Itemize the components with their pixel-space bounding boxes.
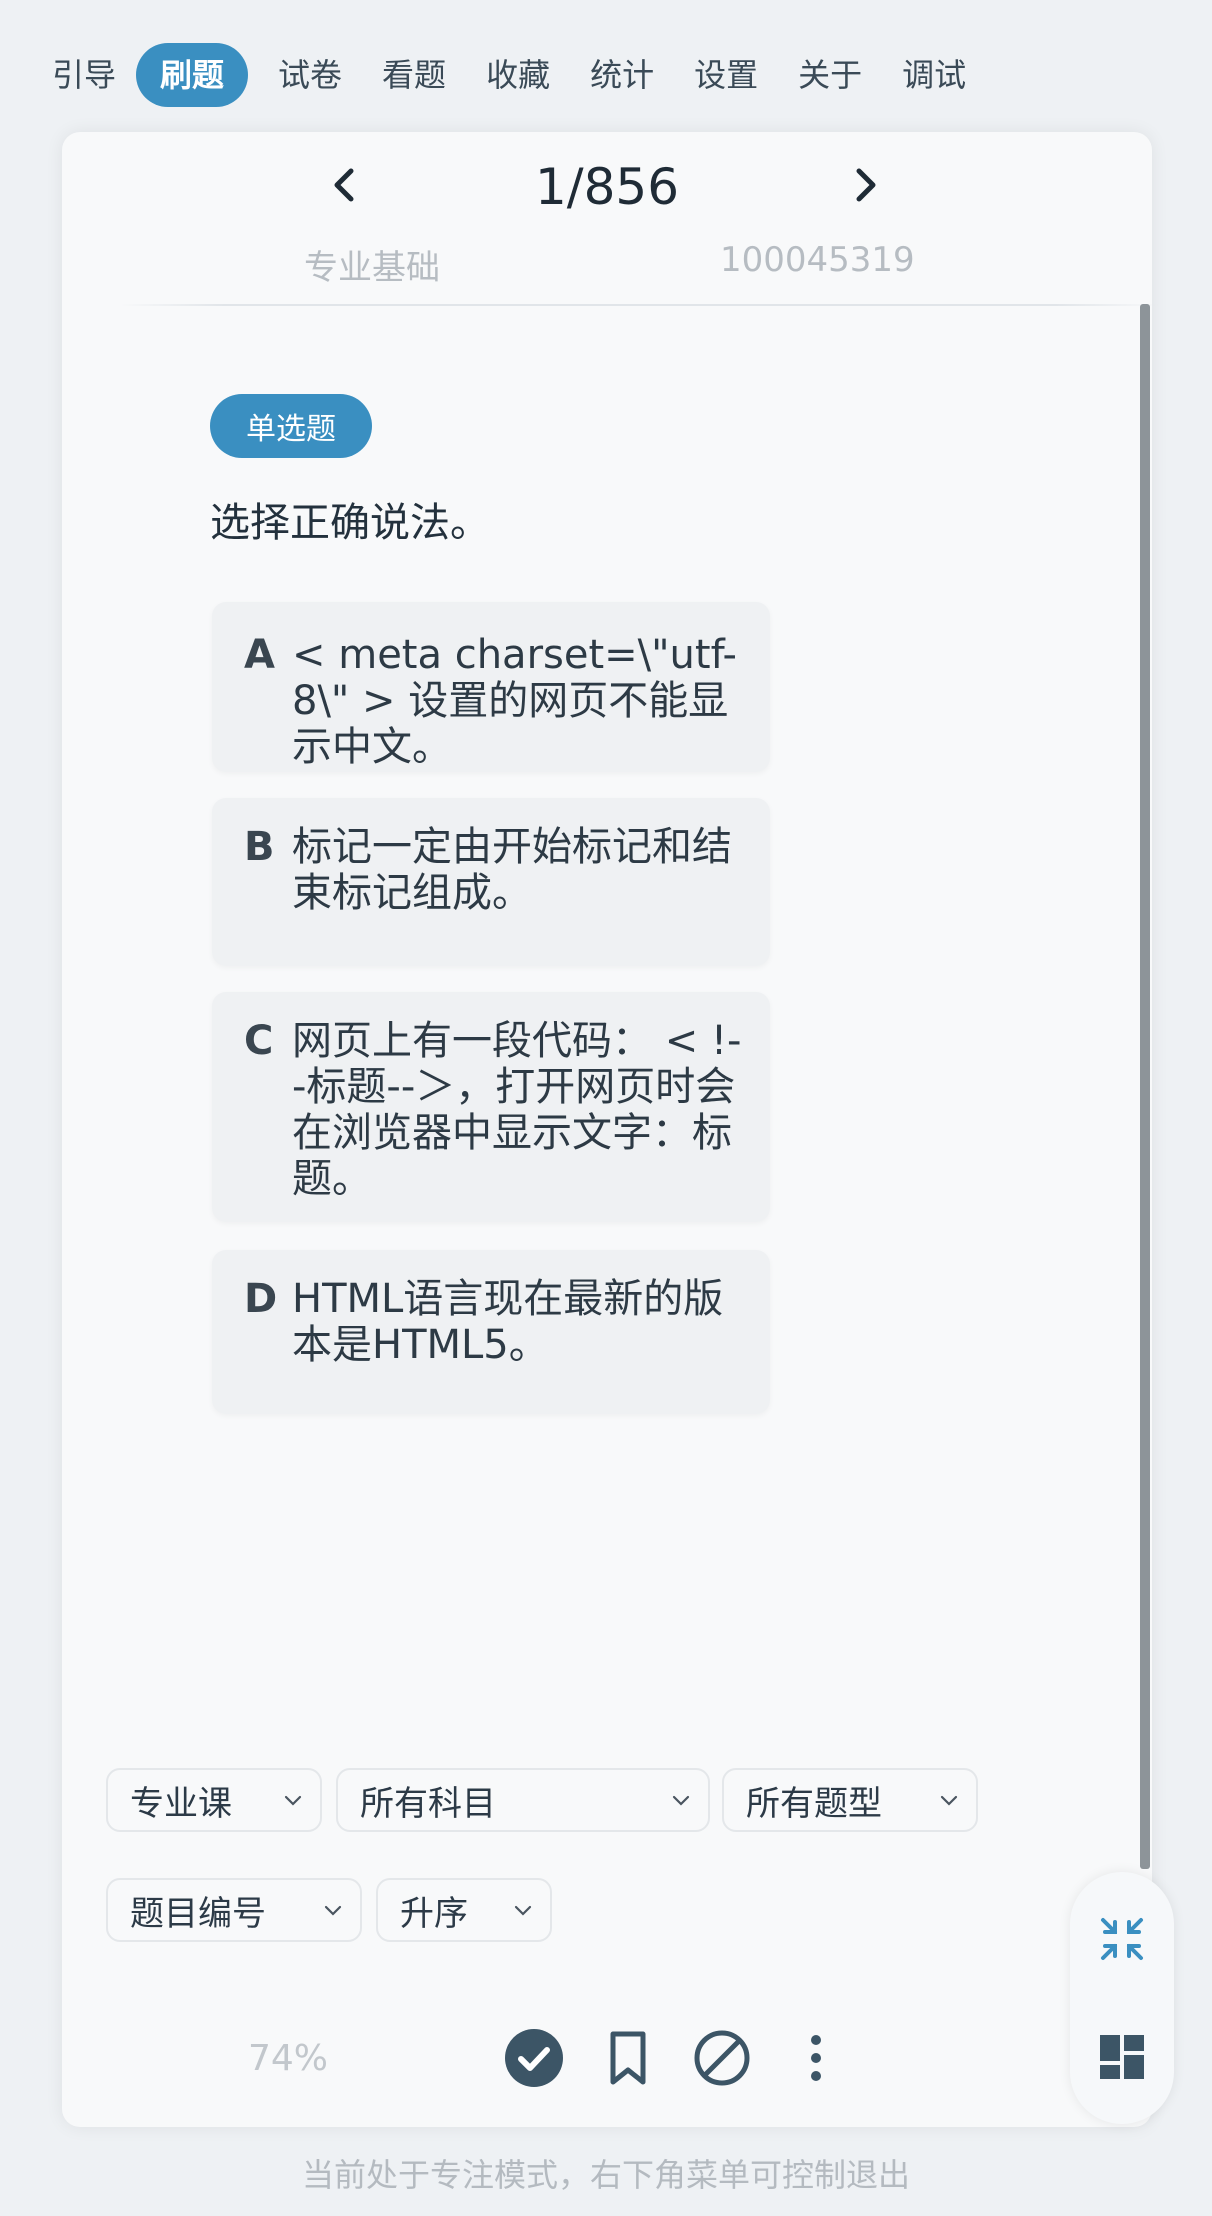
course-select[interactable]: 专业课 [106, 1768, 322, 1832]
chevron-down-icon [940, 1795, 958, 1806]
option-b[interactable]: B 标记一定由开始标记和结束标记组成。 [212, 798, 770, 966]
dashboard-button[interactable] [1097, 2032, 1147, 2082]
question-type-badge: 单选题 [210, 394, 372, 458]
option-a[interactable]: A < meta charset=\"utf-8\" > 设置的网页不能显示中文… [212, 602, 770, 772]
option-letter: C [244, 1018, 274, 1064]
chevron-down-icon [514, 1905, 532, 1916]
nav-tab-exam[interactable]: 试卷 [278, 59, 342, 91]
question-text: 选择正确说法。 [210, 500, 490, 546]
option-text: HTML语言现在最新的版本是HTML5。 [292, 1276, 724, 1368]
dashboard-icon [1100, 2035, 1144, 2079]
exclude-button[interactable] [692, 2028, 752, 2088]
nav-tab-view[interactable]: 看题 [382, 59, 446, 91]
more-vertical-icon [811, 2035, 821, 2081]
option-c[interactable]: C 网页上有一段代码： < !--标题--＞，打开网页时会在浏览器中显示文字：标… [212, 992, 770, 1222]
bookmark-icon [610, 2031, 646, 2085]
scrollbar[interactable] [1140, 304, 1150, 1869]
nav-tab-stats[interactable]: 统计 [590, 59, 654, 91]
option-letter: A [244, 632, 275, 678]
course-select-value: 专业课 [130, 1783, 232, 1824]
block-icon [694, 2030, 750, 2086]
option-text: 网页上有一段代码： < !--标题--＞，打开网页时会在浏览器中显示文字：标题。 [292, 1018, 742, 1202]
question-type-select[interactable]: 所有题型 [722, 1768, 978, 1832]
nav-tab-debug[interactable]: 调试 [902, 59, 966, 91]
option-letter: D [244, 1276, 278, 1322]
question-type-select-value: 所有题型 [746, 1783, 882, 1824]
nav-tab-practice[interactable]: 刷题 [136, 43, 249, 107]
option-text: < meta charset=\"utf-8\" > 设置的网页不能显示中文。 [292, 632, 737, 770]
sort-order-select[interactable]: 升序 [376, 1878, 552, 1942]
subject-select[interactable]: 所有科目 [336, 1768, 710, 1832]
divider [120, 304, 1160, 306]
bookmark-button[interactable] [598, 2028, 658, 2088]
chevron-down-icon [284, 1795, 302, 1806]
floating-menu [1070, 1872, 1174, 2124]
exit-focus-button[interactable] [1097, 1914, 1147, 1964]
question-counter: 1/856 [534, 158, 680, 216]
option-letter: B [244, 824, 275, 870]
chevron-down-icon [324, 1905, 342, 1916]
option-text: 标记一定由开始标记和结束标记组成。 [292, 824, 732, 916]
top-nav: 引导 刷题 试卷 看题 收藏 统计 设置 关于 调试 [52, 40, 1006, 110]
question-subject: 专业基础 [304, 248, 440, 288]
sort-by-select-value: 题目编号 [130, 1893, 266, 1934]
next-question-button[interactable] [836, 150, 896, 220]
check-circle-icon [505, 2029, 563, 2087]
chevron-right-icon [856, 168, 876, 202]
more-options-button[interactable] [786, 2028, 846, 2088]
option-d[interactable]: D HTML语言现在最新的版本是HTML5。 [212, 1250, 770, 1414]
collapse-icon [1101, 1918, 1143, 1960]
chevron-down-icon [672, 1795, 690, 1806]
focus-mode-hint: 当前处于专注模式，右下角菜单可控制退出 [301, 2156, 910, 2194]
question-meta: 专业基础 100045319 [62, 240, 1152, 290]
pager: 1/856 [62, 150, 1152, 220]
nav-tab-favorites[interactable]: 收藏 [486, 59, 550, 91]
sort-order-select-value: 升序 [400, 1893, 468, 1934]
nav-tab-guide[interactable]: 引导 [52, 59, 116, 91]
nav-tab-settings[interactable]: 设置 [694, 59, 758, 91]
subject-select-value: 所有科目 [360, 1783, 496, 1824]
progress-percent: 74% [248, 2038, 329, 2079]
question-id: 100045319 [720, 240, 915, 280]
sort-by-select[interactable]: 题目编号 [106, 1878, 362, 1942]
nav-tab-about[interactable]: 关于 [798, 59, 862, 91]
mark-correct-button[interactable] [504, 2028, 564, 2088]
